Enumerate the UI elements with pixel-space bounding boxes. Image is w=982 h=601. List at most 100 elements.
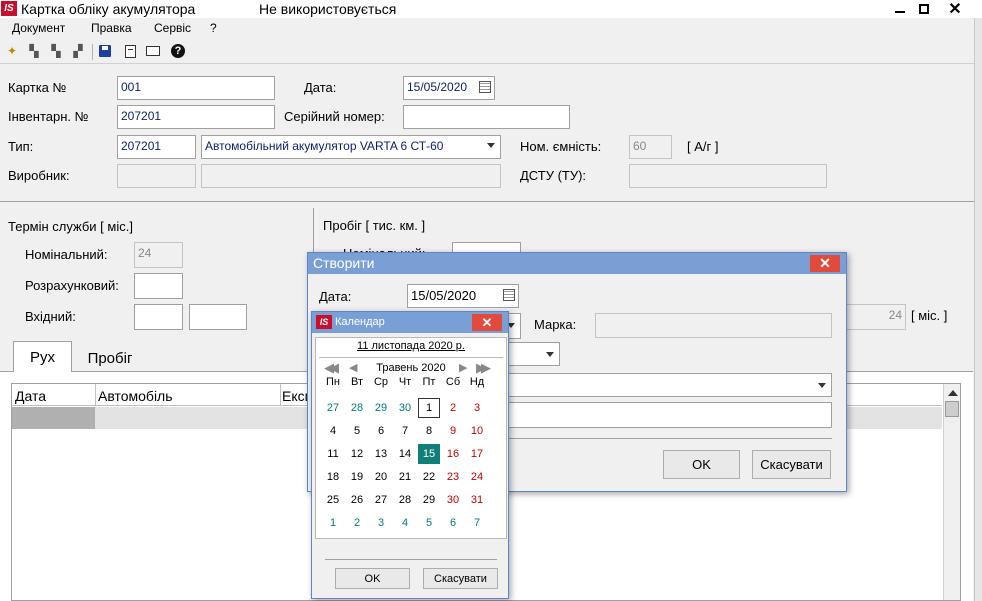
tab-movement[interactable]: Рух — [13, 341, 72, 372]
create-cancel-button[interactable]: Скасувати — [752, 450, 831, 479]
calendar-day[interactable]: 21 — [394, 467, 416, 487]
calendar-close-button[interactable]: ✕ — [472, 314, 502, 331]
calculated-field[interactable] — [134, 273, 183, 299]
create-ok-button[interactable]: OK — [663, 450, 740, 479]
input-field-2[interactable] — [189, 304, 247, 330]
card-no-field[interactable]: 001 — [117, 76, 275, 100]
calculated-label: Розрахунковий: — [25, 278, 119, 293]
calendar-icon[interactable] — [503, 289, 515, 301]
create-text-field[interactable] — [508, 402, 832, 428]
calendar-day[interactable]: 12 — [346, 444, 368, 464]
calendar-day[interactable]: 22 — [418, 467, 440, 487]
calendar-day[interactable]: 15 — [418, 444, 440, 464]
new-document-button[interactable]: ✦ — [3, 42, 21, 60]
calendar-day[interactable]: 30 — [442, 490, 464, 510]
menu-document[interactable]: Документ — [12, 21, 65, 35]
calendar-day[interactable]: 20 — [370, 467, 392, 487]
calendar-day[interactable]: 3 — [466, 398, 488, 418]
calendar-day[interactable]: 6 — [442, 513, 464, 533]
calendar-day[interactable]: 2 — [442, 398, 464, 418]
properties-button[interactable] — [121, 42, 139, 60]
calendar-ok-button[interactable]: OK — [335, 568, 410, 589]
column-vehicle[interactable]: Автомобіль — [98, 388, 173, 404]
grid-scrollbar[interactable] — [943, 384, 960, 600]
next-year-icon[interactable]: ▶▶ — [476, 360, 491, 376]
calendar-day[interactable]: 7 — [394, 421, 416, 441]
chevron-down-icon — [546, 352, 554, 357]
date-label: Дата: — [304, 80, 337, 95]
menu-edit[interactable]: Правка — [91, 21, 132, 35]
calendar-day[interactable]: 28 — [394, 490, 416, 510]
calendar-day[interactable]: 13 — [370, 444, 392, 464]
calendar-day[interactable]: 17 — [466, 444, 488, 464]
type-code-field[interactable]: 207201 — [117, 135, 196, 159]
menu-help[interactable]: ? — [210, 21, 217, 35]
calendar-day[interactable]: 11 — [322, 444, 344, 464]
calendar-day[interactable]: 7 — [466, 513, 488, 533]
calendar-day[interactable]: 4 — [394, 513, 416, 533]
calendar-day[interactable]: 24 — [466, 467, 488, 487]
calendar-day[interactable]: 27 — [370, 490, 392, 510]
column-date[interactable]: Дата — [15, 388, 46, 404]
scroll-thumb[interactable] — [945, 401, 959, 417]
calendar-day[interactable]: 23 — [442, 467, 464, 487]
save-button[interactable] — [96, 42, 114, 60]
type-name-select[interactable]: Автомобільний акумулятор VARTA 6 СТ-60 — [201, 135, 501, 159]
calendar-day[interactable]: 29 — [418, 490, 440, 510]
calendar-day[interactable]: 31 — [466, 490, 488, 510]
calendar-day[interactable]: 4 — [322, 421, 344, 441]
scroll-up-icon[interactable] — [948, 390, 958, 396]
create-date-field[interactable]: 15/05/2020 — [407, 284, 519, 308]
create-select-2[interactable] — [508, 342, 560, 366]
calendar-day[interactable]: 28 — [346, 398, 368, 418]
calendar-day[interactable]: 16 — [442, 444, 464, 464]
calendar-title: Календар — [335, 316, 385, 328]
type-label: Тип: — [8, 139, 34, 154]
calendar-day[interactable]: 19 — [346, 467, 368, 487]
calendar-cancel-button[interactable]: Скасувати — [423, 568, 498, 589]
today-link[interactable]: 11 листопада 2020 р. — [316, 338, 506, 356]
calendar-day[interactable]: 30 — [394, 398, 416, 418]
calendar-day[interactable]: 18 — [322, 467, 344, 487]
tab-mileage[interactable]: Пробіг — [74, 345, 146, 371]
calendar-day[interactable]: 3 — [370, 513, 392, 533]
calendar-day[interactable]: 1 — [322, 513, 344, 533]
copy-icon: ▚ — [29, 44, 39, 58]
date-field[interactable]: 15/05/2020 — [403, 76, 495, 100]
calendar-day[interactable]: 27 — [322, 398, 344, 418]
create-select-3[interactable] — [508, 373, 832, 397]
calendar-day[interactable]: 8 — [418, 421, 440, 441]
mail-button[interactable] — [144, 42, 162, 60]
calendar-day[interactable]: 1 — [418, 398, 440, 418]
calendar-day[interactable]: 5 — [418, 513, 440, 533]
chevron-down-icon — [818, 383, 826, 388]
input-field-1[interactable] — [134, 304, 183, 330]
menu-bar: Документ Правка Сервіс ? — [0, 18, 982, 38]
close-window-button[interactable]: ✕ — [938, 0, 972, 18]
calendar-day[interactable]: 29 — [370, 398, 392, 418]
calendar-day[interactable]: 10 — [466, 421, 488, 441]
copy-button[interactable]: ▚ — [25, 42, 43, 60]
menu-service[interactable]: Сервіс — [154, 21, 191, 35]
capacity-label: Ном. ємність: — [520, 139, 602, 154]
previous-year-icon[interactable]: ◀◀ — [324, 360, 339, 376]
maximize-button[interactable] — [912, 2, 936, 16]
inventory-no-field[interactable]: 207201 — [117, 105, 275, 129]
calendar-ok-label: OK — [364, 572, 381, 585]
calendar-day[interactable]: 25 — [322, 490, 344, 510]
serial-no-field[interactable] — [403, 105, 570, 129]
create-dialog-close-button[interactable]: ✕ — [810, 255, 840, 272]
calendar-day[interactable]: 5 — [346, 421, 368, 441]
help-button[interactable]: ? — [169, 42, 187, 60]
calendar-icon[interactable] — [479, 81, 491, 93]
calendar-day[interactable]: 2 — [346, 513, 368, 533]
minimize-button[interactable] — [888, 2, 912, 16]
calendar-day[interactable]: 6 — [370, 421, 392, 441]
next-month-icon[interactable]: ▶ — [459, 361, 467, 374]
calendar-day[interactable]: 26 — [346, 490, 368, 510]
paste-button[interactable]: ▞ — [69, 42, 87, 60]
duplicate-button[interactable]: ▚ — [47, 42, 65, 60]
calendar-day[interactable]: 9 — [442, 421, 464, 441]
grid-row-selector[interactable] — [12, 407, 95, 429]
calendar-day[interactable]: 14 — [394, 444, 416, 464]
